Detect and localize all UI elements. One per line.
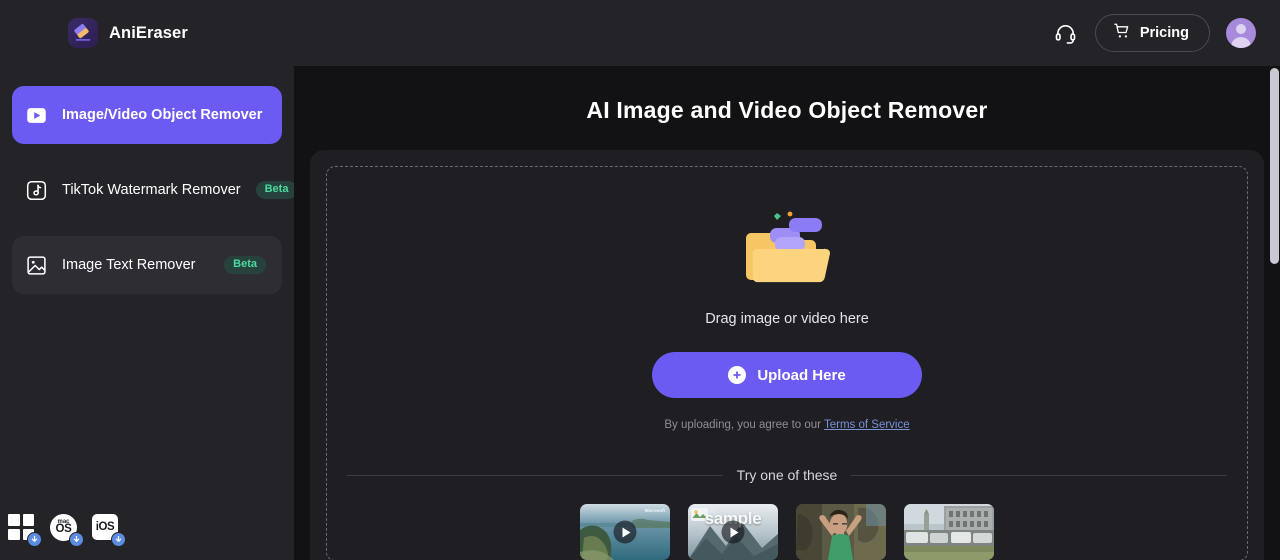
brand-name: AniEraser (109, 23, 188, 42)
terms-prefix: By uploading, you agree to our (664, 419, 821, 431)
ios-download-badge[interactable]: iOS (92, 514, 126, 547)
music-note-icon (26, 180, 47, 201)
shopping-cart-icon (1113, 22, 1131, 44)
samples-divider-label: Try one of these (736, 467, 838, 483)
upload-button-label: Upload Here (757, 366, 846, 384)
download-arrow-icon (111, 532, 126, 547)
sidebar-item-label: Image Text Remover (62, 257, 196, 273)
windows-download-badge[interactable] (8, 514, 42, 547)
pricing-button[interactable]: Pricing (1094, 14, 1210, 52)
headset-support-icon[interactable] (1053, 20, 1079, 46)
scrollbar-thumb[interactable] (1270, 68, 1279, 264)
page-title: AI Image and Video Object Remover (586, 97, 988, 123)
samples-divider: Try one of these (347, 467, 1227, 483)
terms-of-service-link[interactable]: Terms of Service (824, 419, 910, 431)
sidebar-item-image-video-object-remover[interactable]: Image/Video Object Remover (12, 86, 282, 144)
main-content: AI Image and Video Object Remover Drag i… (294, 66, 1280, 560)
upload-here-button[interactable]: Upload Here (652, 352, 922, 398)
sidebar-item-label: TikTok Watermark Remover (62, 182, 241, 198)
sample-mountain-video[interactable]: sample (688, 504, 778, 560)
sample-woman-rocks-image[interactable] (796, 504, 886, 560)
sidebar-item-tiktok-watermark-remover[interactable]: TikTok Watermark Remover Beta (12, 161, 298, 219)
user-avatar-icon[interactable] (1226, 18, 1256, 48)
sidebar-item-label: Image/Video Object Remover (62, 107, 263, 123)
download-arrow-icon (69, 532, 84, 547)
body-row: Image/Video Object Remover TikTok Waterm… (0, 66, 1280, 560)
sample-coastal-video[interactable]: Microsoft (580, 504, 670, 560)
status-badge: Beta (224, 256, 266, 274)
play-icon (613, 520, 637, 544)
drag-hint-text: Drag image or video here (705, 311, 869, 327)
image-text-icon (26, 255, 47, 276)
top-header: AniEraser Pricing (0, 0, 1280, 66)
download-badges: mac OS iOS (8, 514, 126, 547)
divider-line-left (347, 474, 723, 476)
upload-panel: Drag image or video here Upload Here By … (310, 150, 1264, 560)
terms-notice: By uploading, you agree to our Terms of … (664, 419, 909, 431)
macos-label-main: OS (55, 523, 72, 536)
avatar-body (1231, 37, 1251, 48)
divider-line-right (851, 474, 1227, 476)
download-arrow-icon (27, 532, 42, 547)
header-actions: Pricing (1053, 14, 1280, 52)
plus-circle-icon (728, 366, 747, 384)
avatar-head (1236, 24, 1246, 34)
vertical-scrollbar[interactable] (1269, 66, 1280, 560)
sidebar-item-image-text-remover[interactable]: Image Text Remover Beta (12, 236, 282, 294)
play-video-icon (26, 105, 47, 126)
app-root: AniEraser Pricing Image/Video Object Rem… (0, 0, 1280, 560)
main-inner: AI Image and Video Object Remover Drag i… (294, 66, 1280, 560)
brand[interactable]: AniEraser (0, 18, 188, 48)
sidebar: Image/Video Object Remover TikTok Waterm… (0, 66, 298, 560)
dropzone[interactable]: Drag image or video here Upload Here By … (326, 166, 1248, 560)
thumb-watermark: Microsoft (644, 508, 665, 513)
ios-label: iOS (95, 521, 115, 533)
sample-street-buses-image[interactable] (904, 504, 994, 560)
sample-thumbnails: Microsoft sample (580, 504, 994, 560)
pricing-label: Pricing (1139, 25, 1189, 41)
macos-download-badge[interactable]: mac OS (50, 514, 84, 547)
folder-upload-illustration (737, 207, 837, 289)
status-badge: Beta (255, 181, 298, 199)
play-icon (721, 520, 745, 544)
eraser-logo-icon (68, 18, 98, 48)
